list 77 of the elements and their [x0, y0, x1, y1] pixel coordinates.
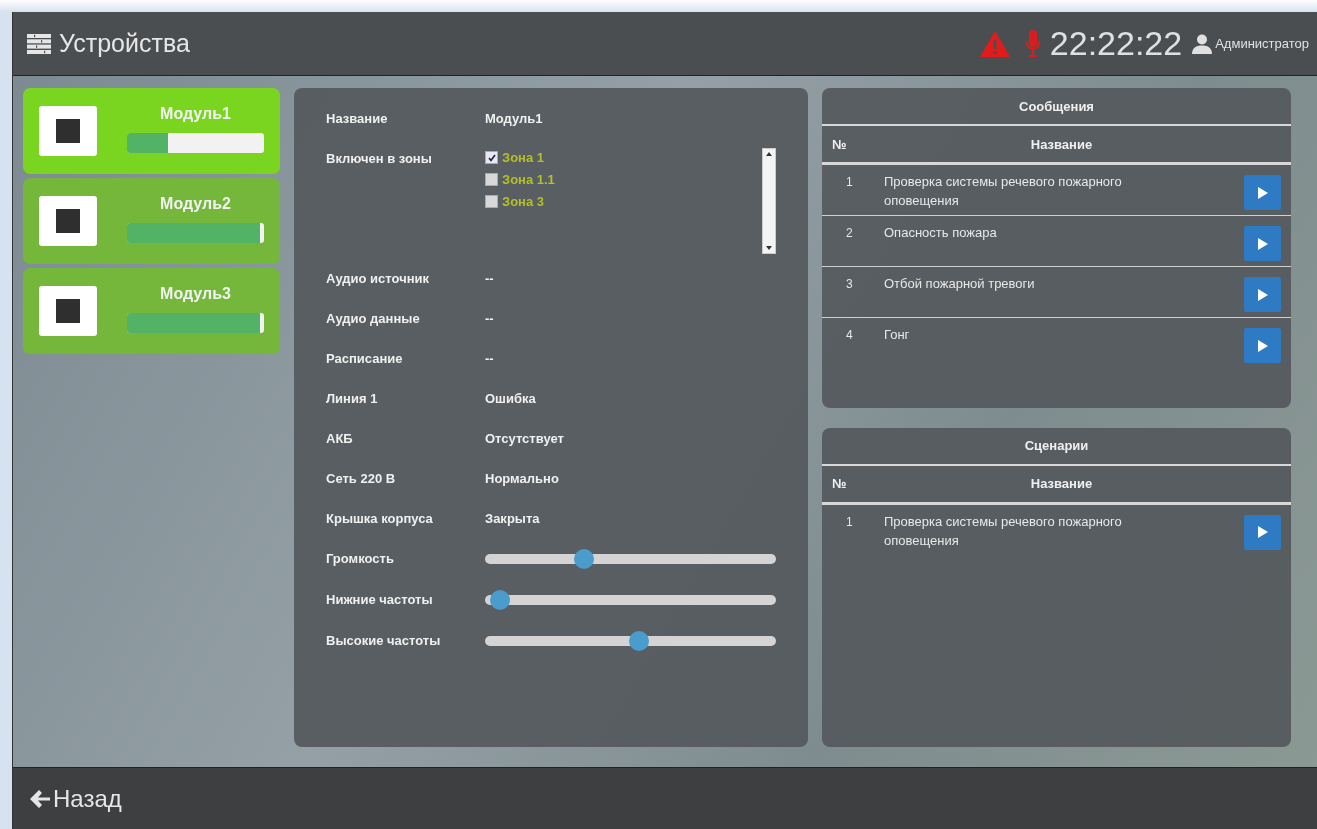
field-label: Громкость — [326, 550, 395, 566]
play-button[interactable] — [1244, 328, 1281, 363]
field-label: Нижние частоты — [326, 591, 434, 607]
panel-title: Сообщения — [1019, 98, 1094, 114]
column-header: Название — [1029, 476, 1094, 491]
play-icon — [1257, 339, 1268, 352]
module-card[interactable]: Модуль3 — [23, 268, 280, 354]
column-header: № — [832, 136, 848, 152]
field-label: Линия 1 — [326, 390, 379, 406]
column-header: № — [832, 476, 848, 491]
field-value: -- — [485, 270, 494, 286]
row-title: Опасность пожара — [884, 224, 998, 242]
slider-thumb[interactable] — [628, 631, 649, 651]
field-value: Ошибка — [485, 390, 536, 406]
user-name[interactable]: Администратор — [1215, 36, 1309, 51]
row-title: Проверка системы речевого пожарного оповещения — [884, 512, 1123, 550]
play-button[interactable] — [1244, 175, 1281, 210]
slider-thumb[interactable] — [490, 590, 511, 610]
row-number: 2 — [846, 226, 854, 240]
play-icon — [1257, 186, 1268, 199]
module-card[interactable]: Модуль2 — [23, 178, 280, 264]
row-number: 3 — [846, 277, 854, 291]
play-button[interactable] — [1244, 277, 1281, 312]
slider[interactable] — [485, 590, 776, 610]
row-number: 1 — [846, 514, 854, 529]
row-title: Гонг — [884, 326, 911, 344]
page-title: Устройства — [59, 29, 190, 58]
zone-checkbox[interactable] — [485, 173, 498, 186]
scroll-down-icon[interactable] — [766, 246, 772, 250]
field-value: Нормально — [485, 470, 559, 486]
field-label: Включен в зоны — [326, 150, 433, 166]
field-value: -- — [485, 350, 494, 366]
module-name: Модуль2 — [160, 195, 231, 213]
play-icon — [1257, 526, 1268, 538]
user-icon[interactable] — [1192, 33, 1213, 54]
field-label: Название — [326, 110, 389, 126]
row-number: 1 — [846, 175, 854, 189]
module-icon — [39, 106, 97, 156]
field-label: Расписание — [326, 350, 404, 366]
row-title: Отбой пожарной тревоги — [884, 275, 1036, 293]
slider[interactable] — [485, 549, 776, 569]
zone-label[interactable]: Зона 1 — [502, 150, 544, 165]
column-header: Название — [1029, 136, 1094, 152]
play-button[interactable] — [1244, 226, 1281, 261]
scrollbar[interactable] — [762, 148, 776, 254]
slider[interactable] — [485, 631, 776, 651]
field-value: Закрыта — [485, 510, 540, 526]
module-icon — [39, 196, 97, 246]
field-value: Модуль1 — [485, 110, 543, 126]
module-name: Модуль1 — [160, 105, 231, 123]
panel-title: Сценарии — [1024, 438, 1089, 453]
clock-time: 22:22:22 — [1049, 24, 1183, 63]
zone-label[interactable]: Зона 1.1 — [502, 172, 555, 187]
field-label: Аудио данные — [326, 310, 421, 326]
play-button[interactable] — [1244, 514, 1281, 550]
zone-checkbox[interactable] — [485, 151, 498, 164]
play-icon — [1257, 237, 1268, 250]
check-icon — [487, 153, 496, 162]
back-link[interactable]: Назад — [29, 784, 122, 813]
zone-checkbox[interactable] — [485, 195, 498, 208]
field-label: Высокие частоты — [326, 632, 442, 648]
field-value: Отсутствует — [485, 430, 564, 446]
field-label: АКБ — [326, 430, 354, 446]
play-icon — [1257, 288, 1268, 301]
scroll-up-icon[interactable] — [766, 152, 772, 156]
field-label: Аудио источник — [326, 270, 431, 286]
arrow-left-icon — [29, 788, 51, 809]
slider-thumb[interactable] — [574, 549, 595, 569]
module-name: Модуль3 — [160, 285, 231, 303]
field-label: Сеть 220 В — [326, 470, 397, 486]
zone-label[interactable]: Зона 3 — [502, 194, 544, 209]
list-icon — [27, 33, 51, 54]
field-label: Крышка корпуса — [326, 510, 434, 526]
module-icon — [39, 286, 97, 336]
field-value: -- — [485, 310, 494, 326]
row-title: Проверка системы речевого пожарного оповещения — [884, 173, 1123, 210]
row-number: 4 — [846, 328, 854, 342]
